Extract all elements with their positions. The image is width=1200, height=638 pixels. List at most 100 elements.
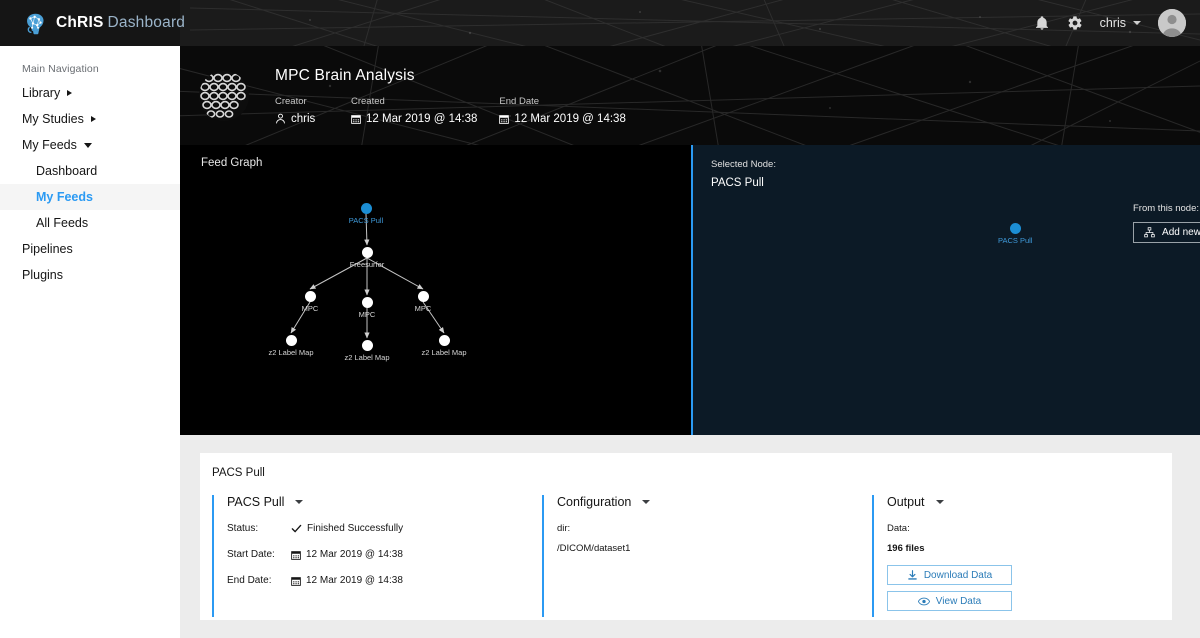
avatar[interactable]	[1158, 9, 1186, 37]
config-value: /DICOM/dataset1	[557, 543, 872, 554]
eye-icon	[918, 596, 930, 607]
brand-logo-link[interactable]: ChRISDashboard	[0, 0, 180, 46]
feed-meta-value: 12 Mar 2019 @ 14:38	[499, 113, 625, 125]
graph-node[interactable]: z2 Label Map	[414, 335, 474, 357]
output-panel-header[interactable]: Output	[887, 495, 1112, 509]
from-this-node-group: From this node: Add new node(s)...	[1133, 203, 1200, 243]
sidebar-heading: Main Navigation	[0, 58, 180, 80]
node-label: z2 Label Map	[421, 348, 466, 357]
node-label: z2 Label Map	[344, 353, 389, 362]
sidebar-item-label: Dashboard	[36, 164, 97, 178]
graph-node[interactable]: z2 Label Map	[261, 335, 321, 357]
status-row-value: Finished Successfully	[291, 523, 403, 534]
sidebar-item-label: Pipelines	[22, 242, 73, 256]
graph-region: Feed Graph PACS PullFreesurferMPCMPCMPCz…	[180, 145, 1200, 435]
sidebar: Main Navigation Library My Studies My Feed…	[0, 46, 180, 638]
status-panel-header[interactable]: PACS Pull	[227, 495, 542, 509]
status-rows: Status:Finished Successfully Start Date: 1…	[227, 523, 542, 586]
graph-node[interactable]: Freesurfer	[337, 247, 397, 269]
configuration-panel-title: Configuration	[557, 495, 631, 509]
feed-meta-value: chris	[275, 113, 329, 125]
chevron-down-icon	[642, 500, 650, 504]
page-title: MPC Brain Analysis	[275, 67, 648, 85]
feed-meta-creator: Creatorchris	[275, 96, 329, 125]
sidebar-item-pipelines[interactable]: Pipelines	[0, 236, 180, 262]
feed-graph-panel: Feed Graph PACS PullFreesurferMPCMPCMPCz…	[180, 145, 691, 435]
add-new-nodes-button[interactable]: Add new node(s)...	[1133, 222, 1200, 243]
graph-node[interactable]: MPC	[393, 291, 453, 313]
node-label: MPC	[359, 310, 376, 319]
status-row-key: Start Date:	[227, 549, 291, 560]
configuration-panel: Configuration dir: /DICOM/dataset1	[542, 495, 872, 617]
status-row: Status:Finished Successfully	[227, 523, 542, 534]
status-row-value-text: 12 Mar 2019 @ 14:38	[306, 575, 403, 586]
calendar-icon	[291, 550, 301, 560]
view-data-button[interactable]: View Data	[887, 591, 1012, 611]
sidebar-item-plugins[interactable]: Plugins	[0, 262, 180, 288]
sidebar-item-list: Library My Studies My Feeds Dashboard My Fee…	[0, 80, 180, 288]
node-dot-icon	[286, 335, 297, 346]
feed-graph-nodes: PACS Pull Freesurfer MPC MPC MPC z2 Label Map…	[180, 145, 691, 435]
graph-node[interactable]: MPC	[337, 297, 397, 319]
feed-meta-value: 12 Mar 2019 @ 14:38	[351, 113, 477, 125]
node-dot-icon	[362, 340, 373, 351]
selected-node-mini[interactable]: PACS Pull	[998, 223, 1032, 245]
feed-header-content: MPC Brain Analysis CreatorchrisCreated12…	[180, 46, 1200, 145]
brain-slices-montage-icon	[197, 69, 251, 123]
selected-node-panel: Selected Node: PACS Pull PACS Pull From …	[691, 145, 1200, 435]
username-label: chris	[1100, 16, 1126, 30]
graph-node[interactable]: PACS Pull	[336, 203, 396, 225]
sitemap-icon	[1144, 227, 1155, 238]
user-icon	[275, 113, 286, 124]
sidebar-item-label: All Feeds	[36, 216, 88, 230]
feed-header-text: MPC Brain Analysis CreatorchrisCreated12…	[275, 67, 648, 125]
sidebar-item-dashboard[interactable]: Dashboard	[0, 158, 180, 184]
status-row-value-text: 12 Mar 2019 @ 14:38	[306, 549, 403, 560]
node-detail-card: PACS Pull PACS Pull Status:Finished Succ…	[200, 453, 1172, 620]
chevron-down-icon	[936, 500, 944, 504]
status-panel: PACS Pull Status:Finished SuccessfullySt…	[212, 495, 542, 617]
node-label: MPC	[302, 304, 319, 313]
status-row: End Date:12 Mar 2019 @ 14:38	[227, 575, 542, 586]
sidebar-item-label: Plugins	[22, 268, 63, 282]
calendar-icon	[291, 576, 301, 586]
sidebar-item-my-feeds[interactable]: My Feeds	[0, 132, 180, 158]
status-panel-title: PACS Pull	[227, 495, 284, 509]
selected-node-label: Selected Node:	[693, 145, 1200, 170]
brand-text: ChRISDashboard	[56, 14, 185, 32]
from-this-node-label: From this node:	[1133, 203, 1200, 214]
status-row-value: 12 Mar 2019 @ 14:38	[291, 549, 403, 560]
node-detail-columns: PACS Pull Status:Finished SuccessfullySt…	[200, 479, 1172, 617]
masthead: ChRISDashboard chris	[0, 0, 1200, 46]
chevron-down-icon	[1133, 21, 1141, 25]
notifications-bell-icon[interactable]	[1034, 15, 1050, 31]
check-icon	[291, 523, 302, 534]
sidebar-item-label: Library	[22, 86, 60, 100]
node-detail-region: PACS Pull PACS Pull Status:Finished Succ…	[180, 435, 1200, 638]
configuration-panel-header[interactable]: Configuration	[557, 495, 872, 509]
config-key: dir:	[557, 523, 872, 534]
graph-node[interactable]: z2 Label Map	[337, 340, 397, 362]
chevron-down-icon	[295, 500, 303, 504]
user-menu-button[interactable]: chris	[1100, 16, 1141, 30]
download-icon	[907, 570, 918, 581]
masthead-actions: chris	[1034, 0, 1186, 46]
node-label: Freesurfer	[350, 260, 385, 269]
sidebar-item-all-feeds[interactable]: All Feeds	[0, 210, 180, 236]
node-dot-icon	[305, 291, 316, 302]
graph-node[interactable]: MPC	[280, 291, 340, 313]
sidebar-item-my-feeds[interactable]: My Feeds	[0, 184, 180, 210]
node-dot-icon	[362, 247, 373, 258]
sidebar-item-label: My Studies	[22, 112, 84, 126]
sidebar-item-my-studies[interactable]: My Studies	[0, 106, 180, 132]
node-label: z2 Label Map	[268, 348, 313, 357]
add-new-nodes-label: Add new node(s)...	[1162, 227, 1200, 238]
download-data-label: Download Data	[924, 570, 992, 581]
settings-gear-icon[interactable]	[1067, 15, 1083, 31]
brain-network-icon	[22, 10, 49, 37]
sidebar-item-label: My Feeds	[36, 190, 93, 204]
sidebar-item-library[interactable]: Library	[0, 80, 180, 106]
brand-secondary: Dashboard	[108, 14, 186, 31]
sidebar-item-label: My Feeds	[22, 138, 77, 152]
download-data-button[interactable]: Download Data	[887, 565, 1012, 585]
